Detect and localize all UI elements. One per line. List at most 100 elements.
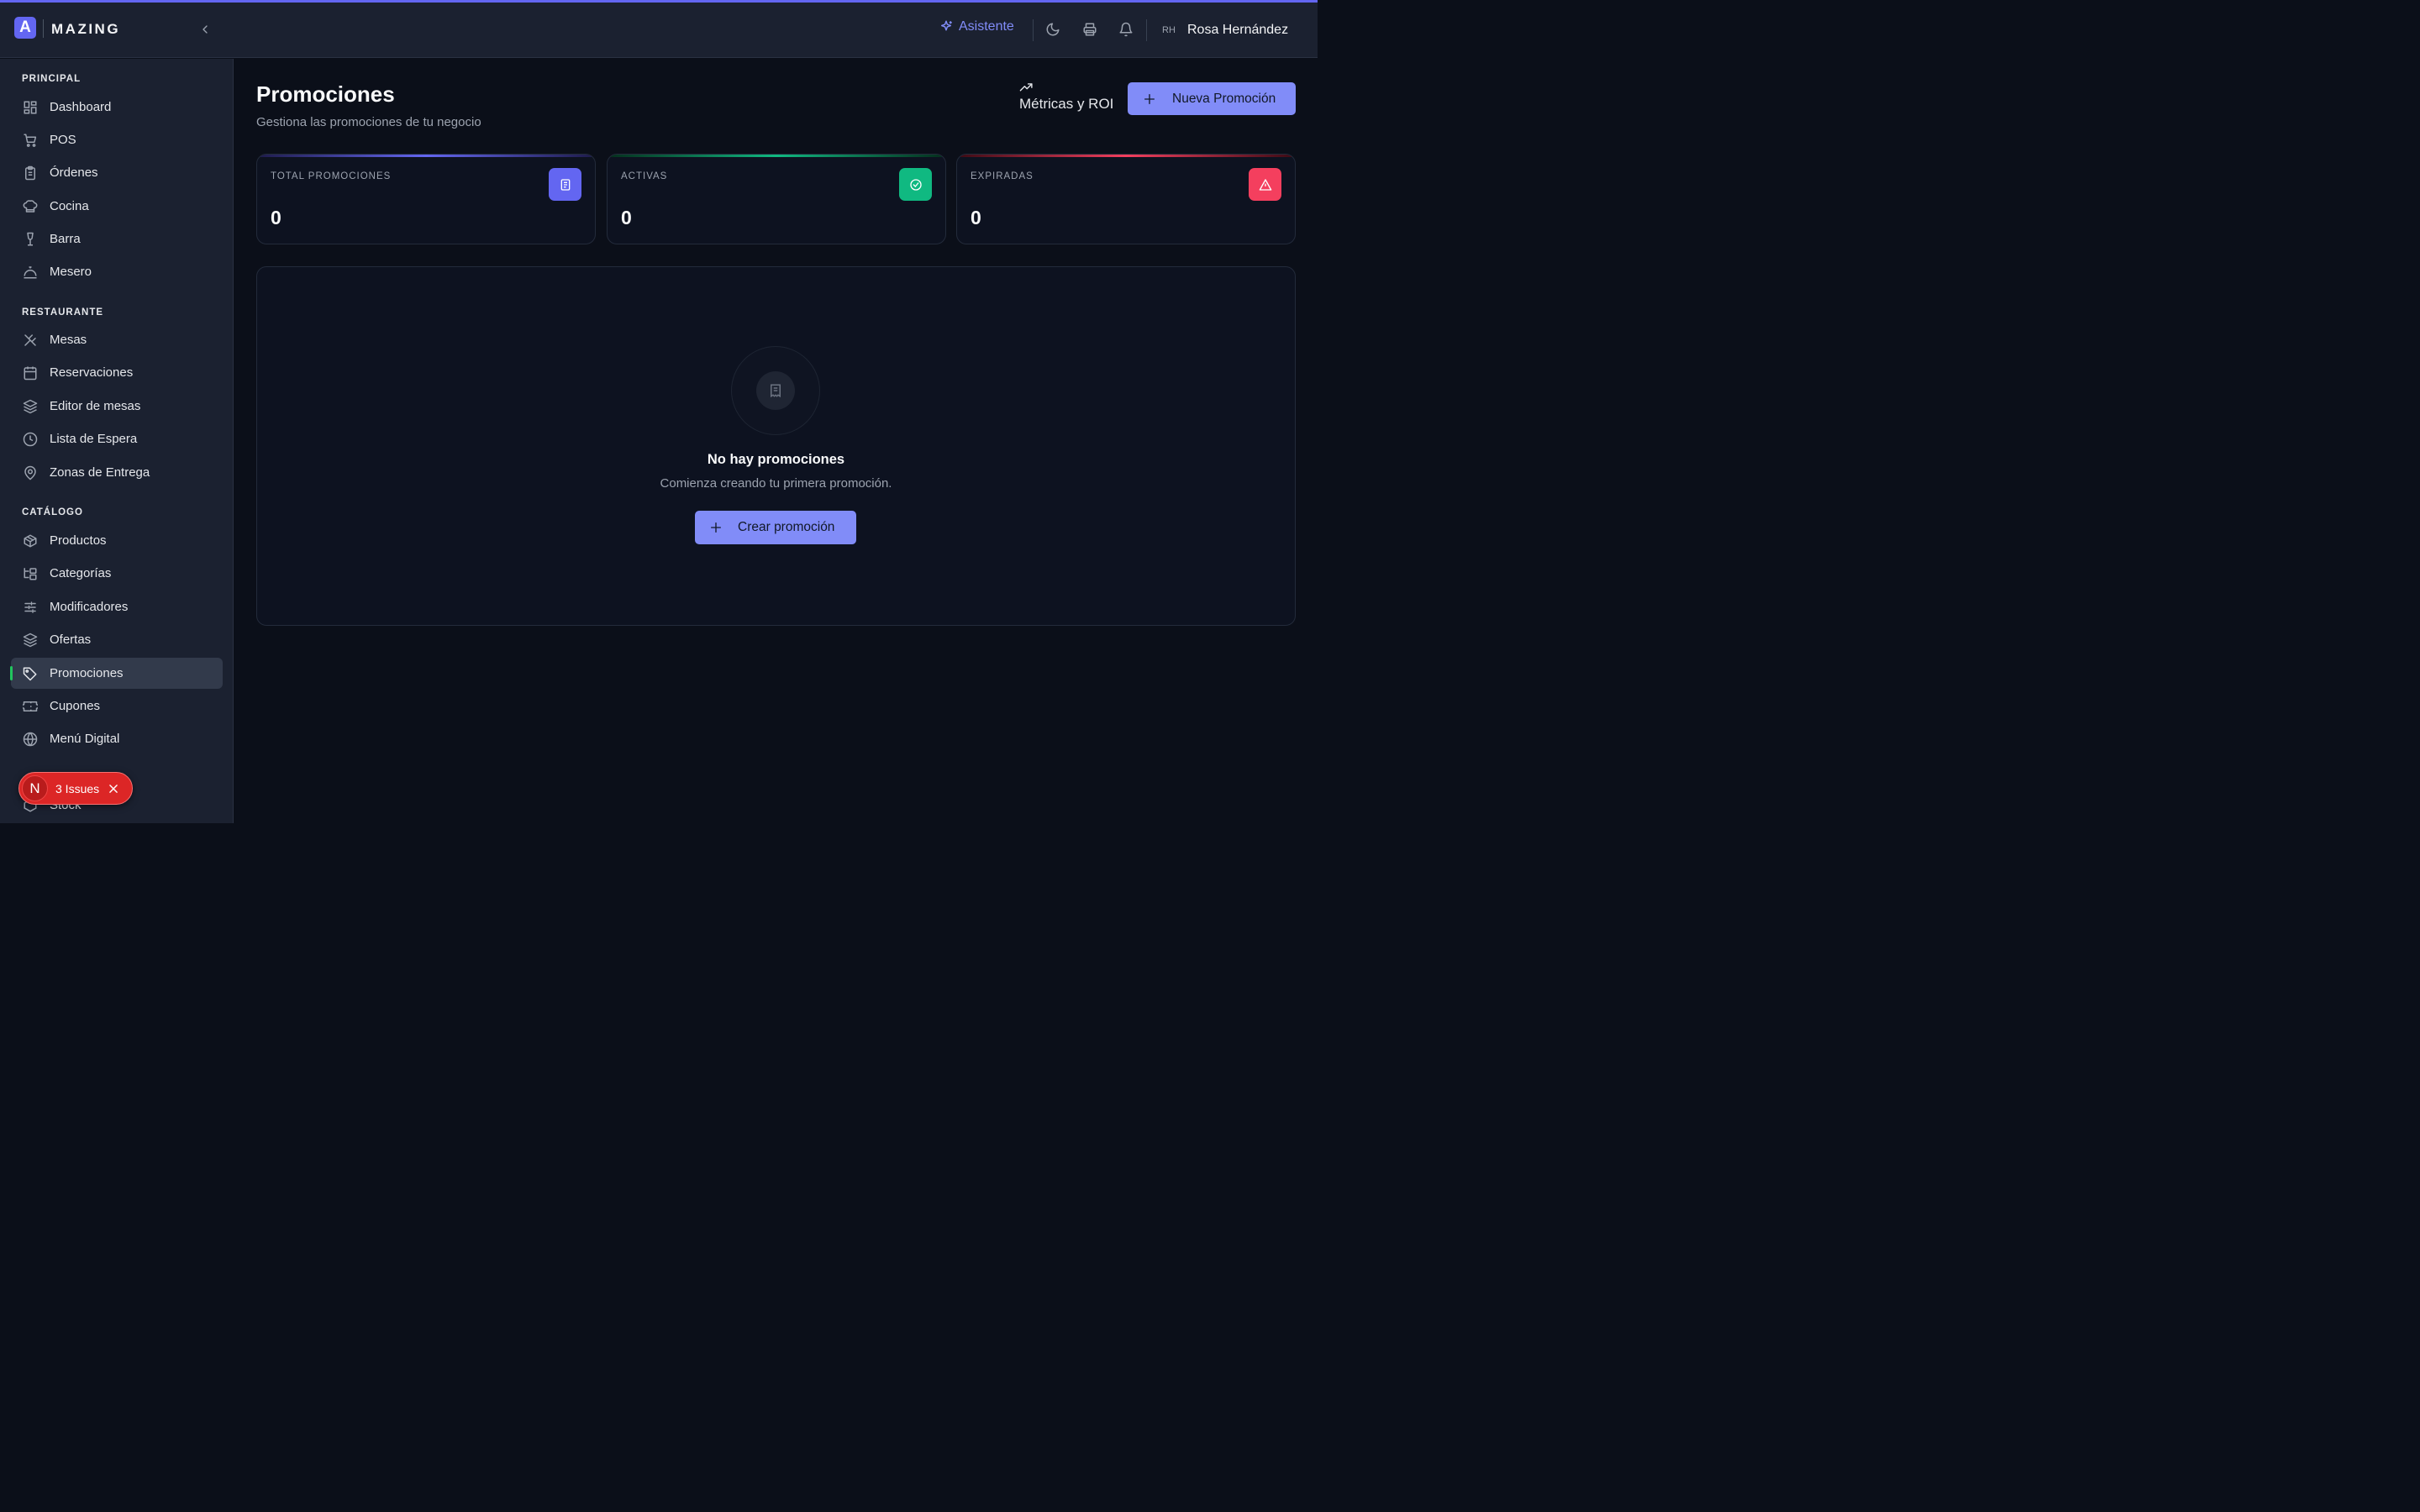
sidebar-item-editor-mesas[interactable]: Editor de mesas (11, 391, 223, 422)
chef-hat-icon (22, 198, 39, 215)
create-promotion-label: Crear promoción (738, 520, 835, 534)
empty-state-panel (256, 266, 1296, 626)
metrics-roi-label: Métricas y ROI (1019, 96, 1114, 112)
sidebar-item-label: Zonas de Entrega (50, 465, 150, 480)
app-name: MAZING (51, 21, 121, 37)
sidebar-item-label: Cocina (50, 199, 89, 213)
issues-logo: N (22, 775, 48, 801)
sidebar-item-lista-espera[interactable]: Lista de Espera (11, 423, 223, 454)
metrics-roi-button[interactable]: Métricas y ROI (1019, 81, 1113, 113)
sidebar-section-title: CATÁLOGO (22, 507, 83, 517)
collapse-sidebar-button[interactable] (197, 21, 213, 38)
assistant-button[interactable]: Asistente (939, 19, 1014, 34)
sidebar-item-ofertas[interactable]: Ofertas (11, 624, 223, 655)
shopping-cart-icon (22, 132, 39, 149)
sidebar-item-label: Dashboard (50, 100, 112, 114)
sidebar-item-categorias[interactable]: Categorías (11, 558, 223, 589)
sidebar-item-label: Promociones (50, 666, 124, 680)
page-title: Promociones (256, 81, 395, 107)
issues-badge[interactable]: N 3 Issues (18, 772, 133, 805)
sidebar-item-pos[interactable]: POS (11, 124, 223, 155)
sidebar-section-title: PRINCIPAL (22, 74, 82, 84)
receipt-icon (549, 168, 581, 201)
sidebar-item-zonas-entrega[interactable]: Zonas de Entrega (11, 457, 223, 488)
sidebar-item-label: Mesas (50, 333, 87, 347)
sidebar-item-label: Lista de Espera (50, 432, 138, 446)
issues-label: 3 Issues (55, 781, 100, 795)
stat-accent-stripe (257, 155, 595, 157)
plus-icon (1143, 92, 1156, 106)
alert-triangle-icon (1249, 168, 1281, 201)
sidebar-item-reservaciones[interactable]: Reservaciones (11, 357, 223, 388)
new-promotion-button[interactable]: Nueva Promoción (1128, 82, 1296, 115)
stat-card-expiradas: EXPIRADAS 0 (956, 154, 1296, 244)
sidebar-item-modificadores[interactable]: Modificadores (11, 591, 223, 622)
sidebar-item-label: Categorías (50, 566, 112, 580)
sidebar-item-label: Productos (50, 533, 107, 548)
logo-divider (43, 19, 44, 38)
ticket-icon (22, 698, 39, 715)
sidebar-item-cocina[interactable]: Cocina (11, 191, 223, 222)
app-header: A MAZING Asistente RH Rosa Hernández (0, 3, 1318, 58)
notifications-button[interactable] (1118, 21, 1134, 38)
tag-icon (22, 665, 39, 682)
stat-value: 0 (621, 207, 632, 228)
wine-glass-icon (22, 231, 39, 248)
user-name[interactable]: Rosa Hernández (1187, 23, 1288, 38)
bell-icon (1119, 22, 1133, 37)
sidebar-section-title: RESTAURANTE (22, 307, 104, 318)
assistant-label: Asistente (959, 19, 1014, 34)
theme-toggle-button[interactable] (1044, 21, 1061, 38)
sidebar-item-label: Órdenes (50, 165, 98, 180)
stat-accent-stripe (608, 155, 945, 157)
empty-state-title: No hay promociones (707, 452, 845, 467)
utensils-crossed-icon (22, 332, 39, 349)
clock-icon (22, 431, 39, 448)
new-promotion-label: Nueva Promoción (1172, 91, 1276, 106)
app-logo[interactable]: A (14, 17, 36, 39)
stat-accent-stripe (957, 155, 1295, 157)
stat-value: 0 (271, 207, 281, 228)
sidebar-item-label: Menú Digital (50, 732, 120, 746)
layers-icon (22, 632, 39, 648)
sidebar-item-productos[interactable]: Productos (11, 525, 223, 556)
sidebar-item-label: POS (50, 133, 76, 147)
printer-icon (1083, 23, 1097, 36)
sidebar-item-mesero[interactable]: Mesero (11, 256, 223, 287)
sparkles-icon (941, 20, 952, 31)
sidebar-item-menu-digital[interactable]: Menú Digital (11, 723, 223, 754)
sidebar-item-cupones[interactable]: Cupones (11, 690, 223, 722)
sidebar-item-ordenes[interactable]: Órdenes (11, 157, 223, 188)
create-promotion-button[interactable]: Crear promoción (695, 511, 856, 544)
sidebar-item-mesas[interactable]: Mesas (11, 324, 223, 355)
sidebar-item-dashboard[interactable]: Dashboard (11, 92, 223, 123)
empty-state-subtitle: Comienza creando tu primera promoción. (660, 476, 892, 491)
folder-tree-icon (22, 565, 39, 582)
plus-icon (709, 521, 723, 534)
sidebar-item-label: Mesero (50, 265, 92, 279)
sidebar-item-barra[interactable]: Barra (11, 223, 223, 255)
sliders-icon (22, 599, 39, 616)
sidebar-item-label: Ofertas (50, 633, 92, 647)
user-avatar[interactable]: RH (1162, 25, 1176, 35)
sidebar-item-label: Modificadores (50, 600, 129, 614)
sidebar-item-label: Cupones (50, 699, 101, 713)
active-indicator (10, 666, 13, 680)
globe-icon (22, 731, 39, 748)
sidebar-item-promociones[interactable]: Promociones (10, 658, 223, 689)
map-pin-icon (22, 465, 39, 481)
layers-icon (22, 398, 39, 415)
stat-card-total: TOTAL PROMOCIONES 0 (256, 154, 596, 244)
stat-value: 0 (971, 207, 981, 228)
package-icon (22, 533, 39, 549)
print-button[interactable] (1081, 21, 1098, 38)
stat-label: ACTIVAS (621, 171, 668, 181)
close-icon[interactable] (108, 783, 119, 795)
moon-icon (1046, 23, 1060, 36)
page-subtitle: Gestiona las promociones de tu negocio (256, 115, 481, 129)
stat-label: EXPIRADAS (971, 171, 1034, 181)
chevron-left-icon (203, 25, 208, 34)
calendar-icon (22, 365, 39, 381)
header-divider (1146, 19, 1147, 41)
stat-card-activas: ACTIVAS 0 (607, 154, 946, 244)
